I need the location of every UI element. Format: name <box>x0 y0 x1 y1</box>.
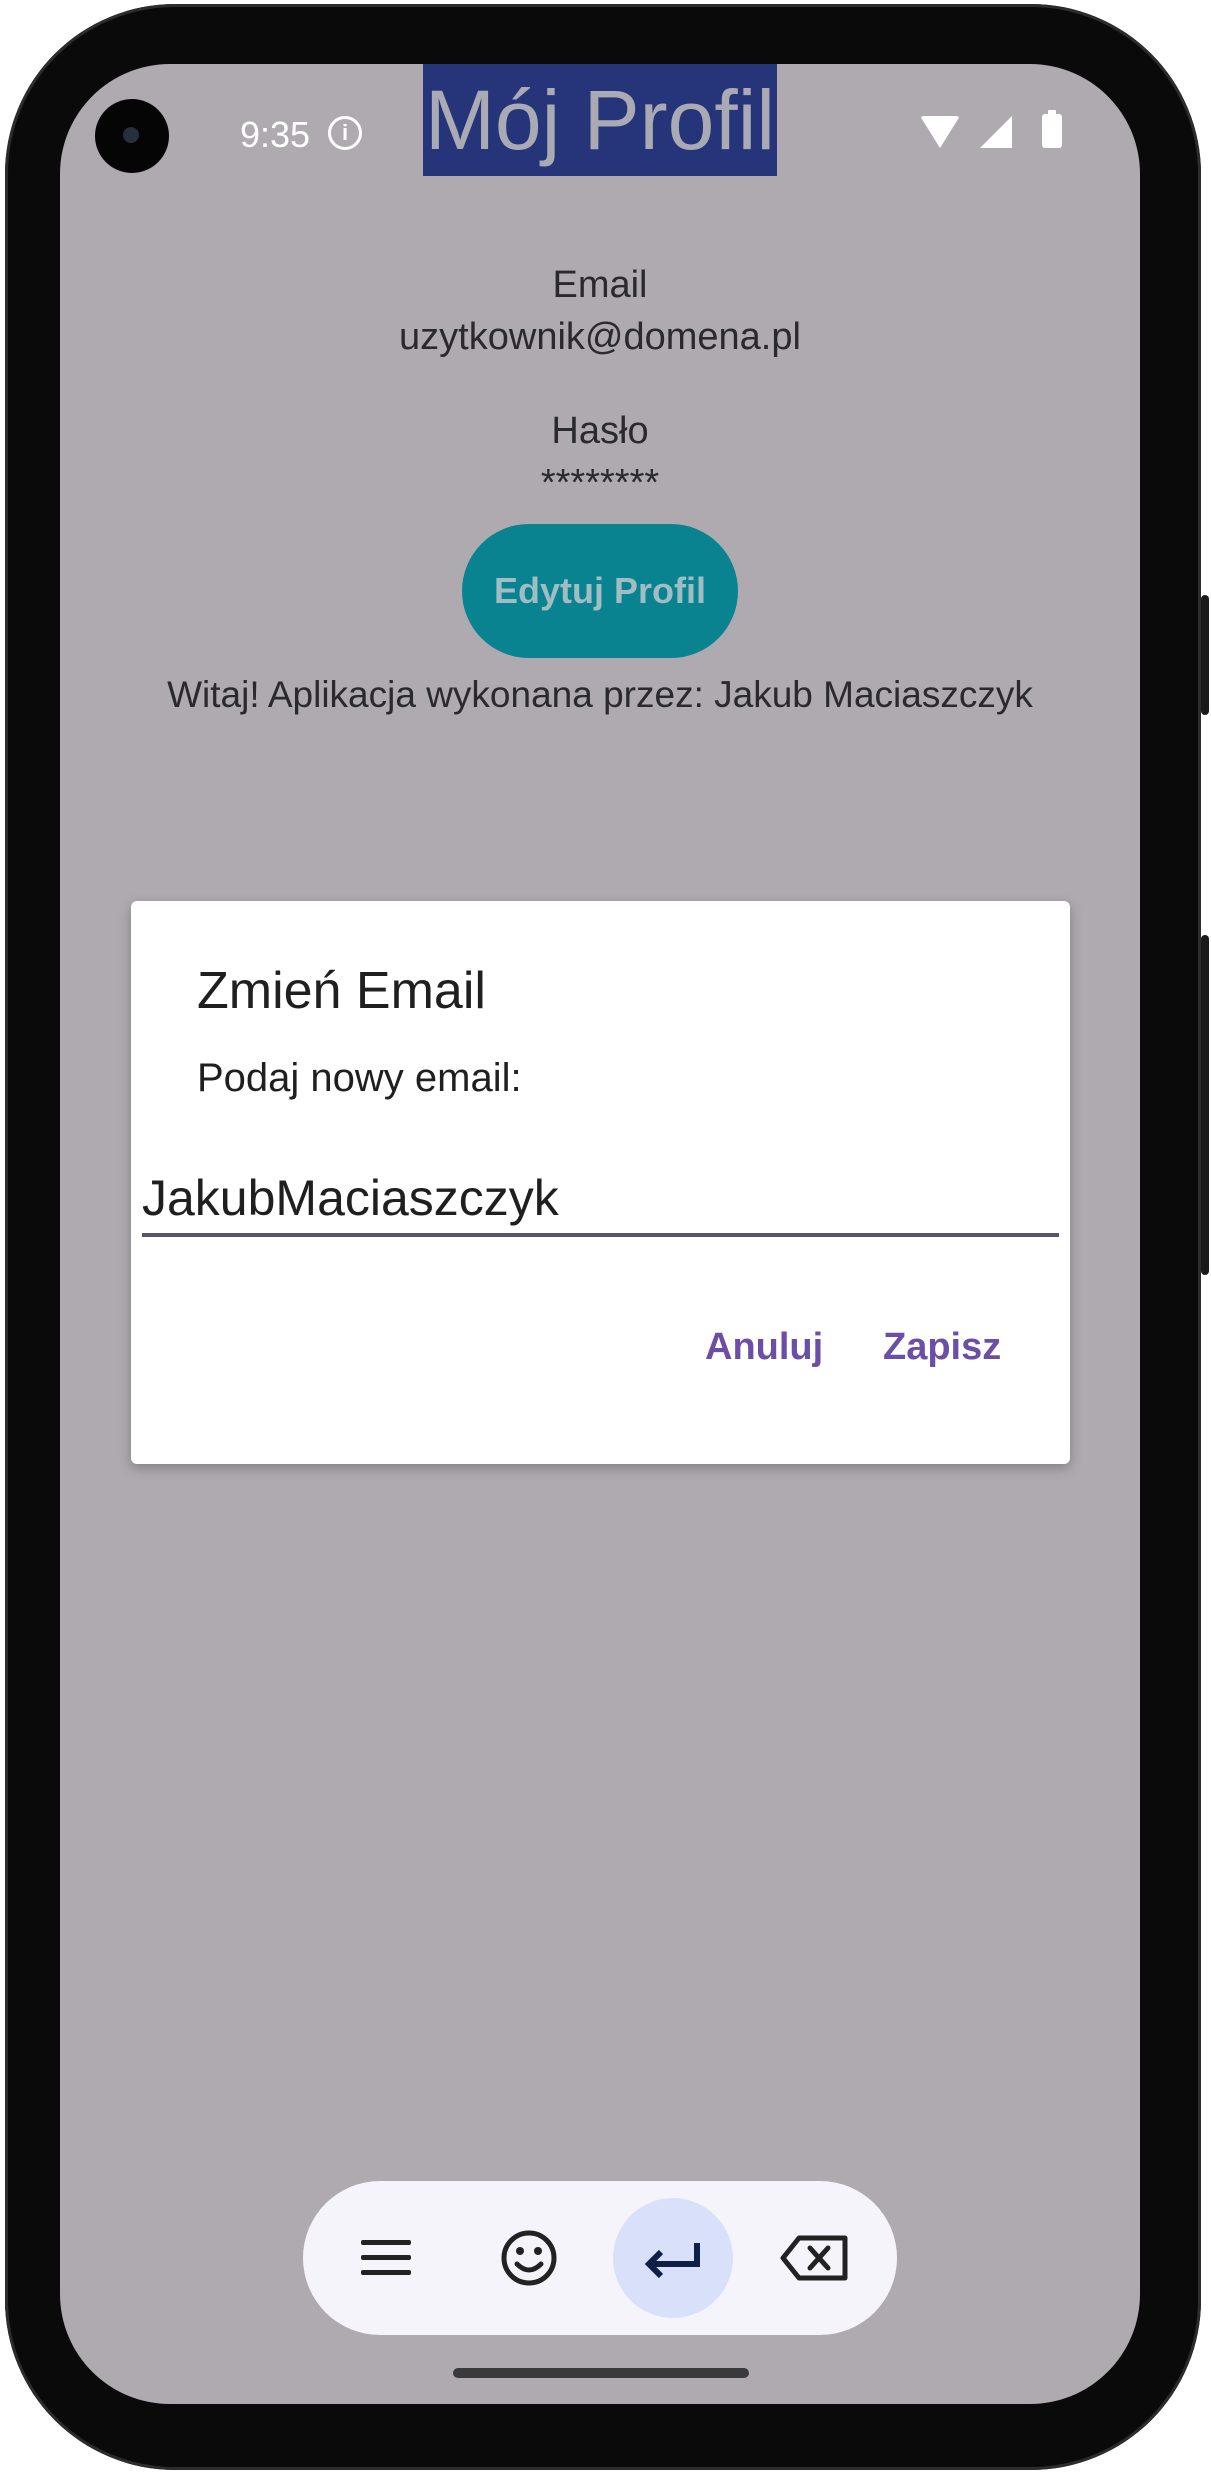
password-label: Hasło <box>551 410 649 452</box>
change-email-dialog: Zmień Email Podaj nowy email: JakubMacia… <box>131 901 1070 1464</box>
status-time: 9:35 <box>240 114 311 155</box>
dialog-message: Podaj nowy email: <box>197 1056 522 1100</box>
new-email-input[interactable]: JakubMaciaszczyk <box>142 1163 1059 1237</box>
info-icon: i <box>328 116 362 150</box>
app-screen: 9:35 i Mój Profil Email uzytkownik@domen… <box>60 64 1140 2404</box>
gesture-nav-bar[interactable] <box>453 2368 749 2378</box>
backspace-icon <box>780 2235 848 2281</box>
save-button[interactable]: Zapisz <box>883 1326 1001 1369</box>
signal-icon <box>980 116 1012 148</box>
welcome-text: Witaj! Aplikacja wykonana przez: Jakub M… <box>167 674 1033 715</box>
front-camera <box>95 99 169 173</box>
keyboard-backspace-key[interactable] <box>757 2198 877 2318</box>
status-icons <box>870 110 1070 154</box>
volume-button <box>1201 935 1209 1275</box>
cancel-button[interactable]: Anuluj <box>705 1326 823 1369</box>
menu-icon <box>361 2234 411 2282</box>
page-title: Mój Profil <box>423 64 777 176</box>
power-button <box>1201 595 1209 715</box>
keyboard-emoji-key[interactable] <box>469 2198 589 2318</box>
wifi-icon <box>920 116 960 148</box>
emoji-icon <box>501 2230 557 2286</box>
email-label: Email <box>552 264 648 306</box>
enter-icon <box>644 2243 700 2279</box>
keyboard-toolbar <box>303 2181 897 2335</box>
edit-profile-button[interactable]: Edytuj Profil <box>462 524 738 658</box>
password-value: ******** <box>540 462 660 504</box>
keyboard-menu-key[interactable] <box>325 2198 445 2318</box>
keyboard-enter-key[interactable] <box>613 2198 733 2318</box>
battery-icon <box>1042 110 1062 148</box>
phone-device: 9:35 i Mój Profil Email uzytkownik@domen… <box>0 0 1211 2474</box>
dialog-title: Zmień Email <box>197 962 486 1020</box>
email-value: uzytkownik@domena.pl <box>399 316 801 358</box>
